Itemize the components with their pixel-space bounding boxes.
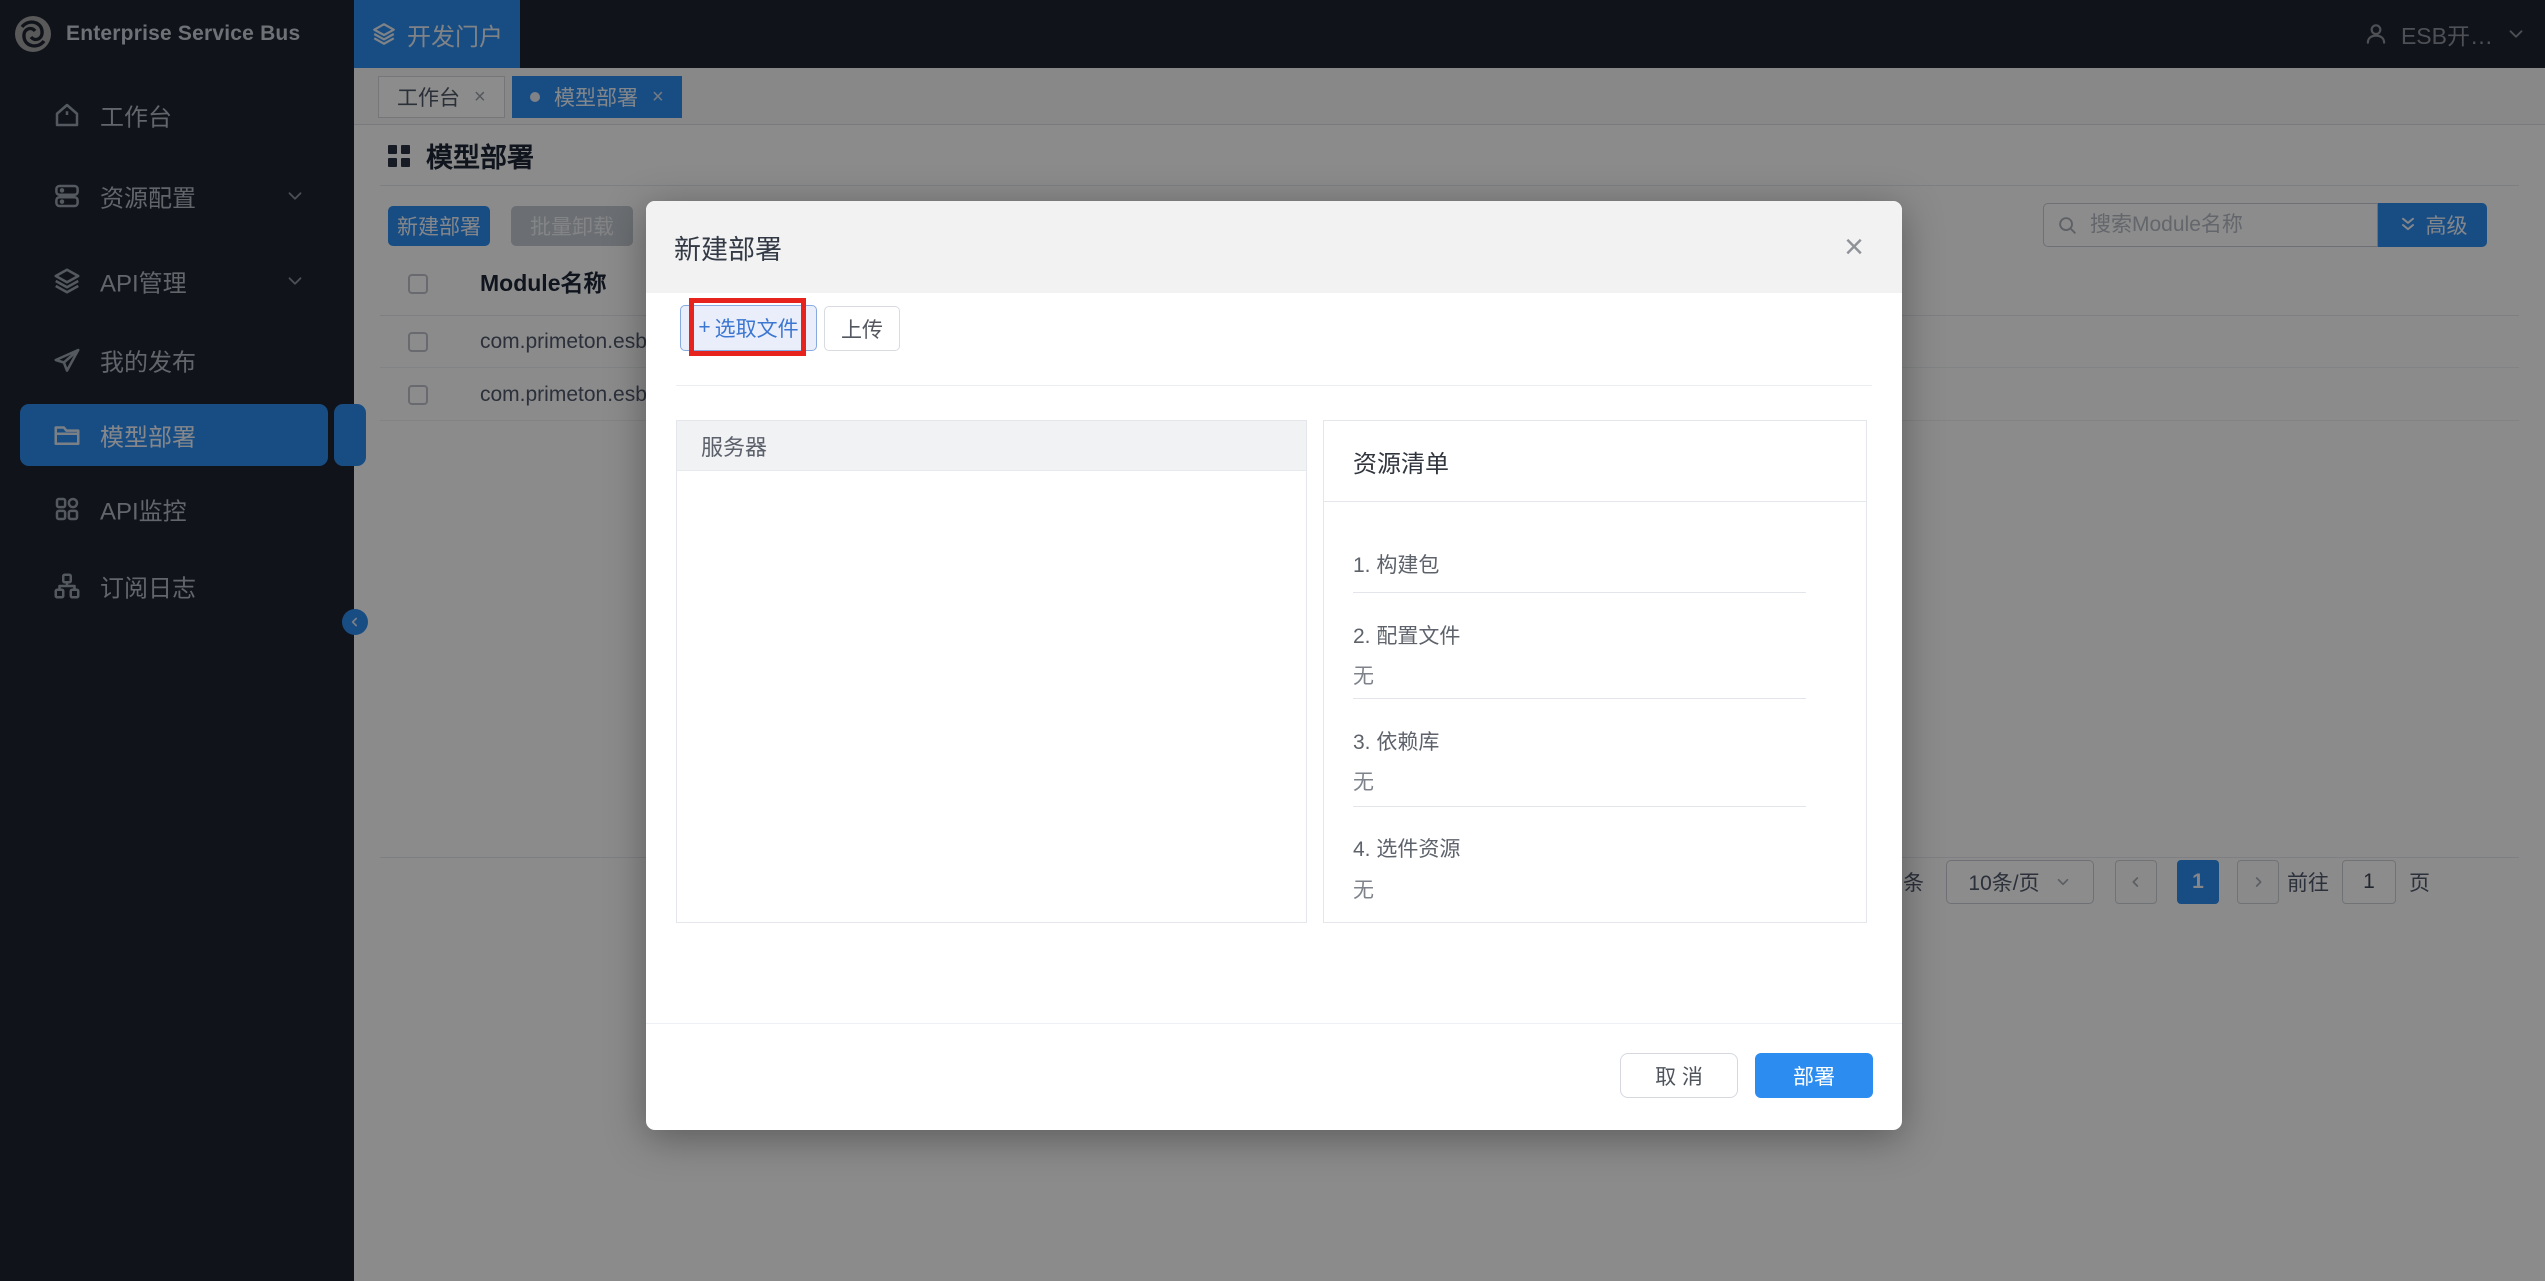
resource-list-panel: 资源清单 1. 构建包 2. 配置文件 无 3. 依赖库 无 4. 选件资源 无	[1323, 420, 1867, 923]
divider	[1353, 806, 1806, 807]
divider	[1353, 698, 1806, 699]
divider	[1353, 592, 1806, 593]
resource-item-label: 3. 依赖库	[1353, 726, 1439, 756]
dialog-title: 新建部署	[674, 201, 782, 293]
dialog-header: 新建部署 ×	[646, 201, 1902, 293]
divider	[646, 1023, 1902, 1024]
resource-panel-title: 资源清单	[1324, 421, 1866, 502]
new-deploy-dialog: 新建部署 × + 选取文件 上传 服务器 资源清单 1. 构建包 2. 配置文件…	[646, 201, 1902, 1130]
resource-item-label: 2. 配置文件	[1353, 620, 1460, 650]
app-root: Enterprise Service Bus 开发门户 ESB开…	[0, 0, 2545, 1281]
deploy-button[interactable]: 部署	[1755, 1053, 1873, 1098]
resource-item-value: 无	[1353, 874, 1374, 904]
resource-item-label: 1. 构建包	[1353, 549, 1439, 579]
server-panel-header: 服务器	[677, 421, 1306, 471]
resource-item-value: 无	[1353, 660, 1374, 690]
cancel-button[interactable]: 取 消	[1620, 1053, 1738, 1098]
resource-item-value: 无	[1353, 766, 1374, 796]
annotation-highlight-box	[689, 298, 806, 356]
resource-item-label: 4. 选件资源	[1353, 833, 1460, 863]
divider	[676, 385, 1872, 386]
close-icon[interactable]: ×	[1832, 225, 1876, 269]
server-panel: 服务器	[676, 420, 1307, 923]
upload-button[interactable]: 上传	[824, 306, 900, 351]
